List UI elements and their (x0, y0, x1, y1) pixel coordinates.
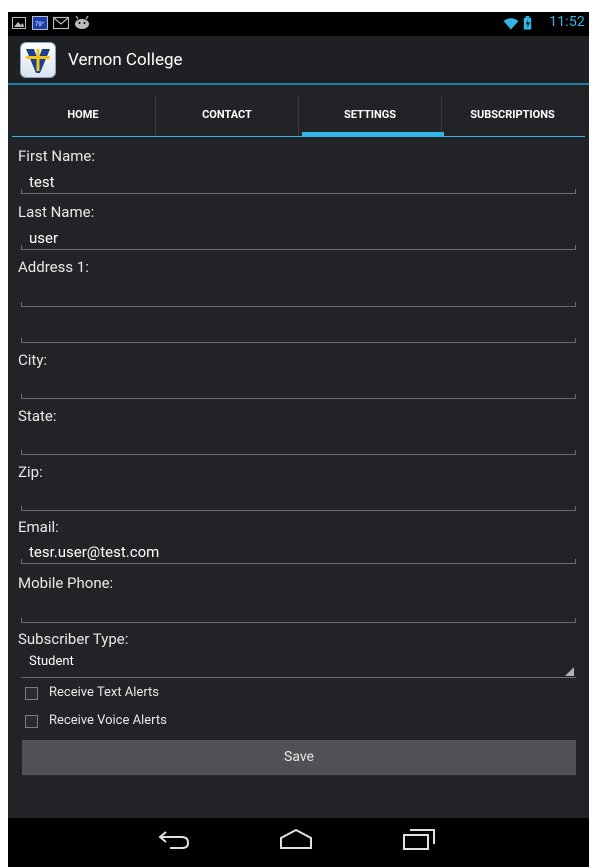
gallery-icon (12, 17, 26, 29)
tab-home-label: HOME (67, 108, 99, 121)
email-label: Email: (18, 518, 59, 536)
recent-apps-icon[interactable] (401, 827, 437, 851)
svg-text:79°: 79° (35, 22, 45, 28)
address1-field[interactable] (21, 285, 576, 307)
status-time: 11:52 (549, 14, 585, 30)
action-bar-divider (8, 83, 589, 85)
address1-label: Address 1: (18, 258, 89, 276)
address2-field[interactable] (21, 321, 576, 343)
first-name-field[interactable]: test (21, 172, 576, 194)
gmail-icon (53, 16, 69, 30)
battery-icon (523, 16, 532, 30)
first-name-label: First Name: (18, 147, 95, 165)
city-label: City: (18, 351, 48, 369)
voice-alerts-checkbox[interactable] (25, 715, 38, 728)
back-icon[interactable] (156, 827, 192, 851)
email-field[interactable]: tesr.user@test.com (21, 542, 576, 564)
city-field[interactable] (21, 377, 576, 399)
email-value: tesr.user@test.com (29, 543, 160, 561)
tab-settings-label: SETTINGS (343, 108, 397, 121)
text-alerts-checkbox[interactable] (25, 687, 38, 700)
voice-alerts-label: Receive Voice Alerts (49, 713, 167, 728)
android-debug-icon (75, 16, 89, 29)
wifi-icon (503, 18, 519, 30)
mobile-phone-label: Mobile Phone: (18, 574, 114, 592)
subscriber-type-label: Subscriber Type: (18, 630, 129, 648)
status-bar: 79° 11:52 (8, 12, 589, 36)
device-screen: 79° 11:52 Vernon College HOME CONTACT SE… (8, 12, 589, 867)
first-name-value: test (29, 173, 55, 191)
home-icon[interactable] (278, 827, 314, 851)
tab-subscriptions[interactable]: SUBSCRIPTIONS (442, 96, 583, 136)
dropdown-triangle-icon (565, 667, 574, 676)
subscriber-type-dropdown[interactable]: Student (21, 650, 576, 678)
save-button[interactable]: Save (22, 740, 576, 776)
tab-bar: HOME CONTACT SETTINGS SUBSCRIPTIONS (12, 96, 583, 136)
last-name-field[interactable]: user (21, 228, 576, 250)
zip-field[interactable] (21, 489, 576, 511)
state-field[interactable] (21, 433, 576, 455)
state-label: State: (18, 407, 57, 425)
app-title: Vernon College (68, 50, 183, 70)
last-name-label: Last Name: (18, 203, 95, 221)
tab-bar-underline (12, 136, 585, 137)
app-logo (20, 42, 56, 78)
mobile-phone-field[interactable] (21, 601, 576, 623)
tab-contact[interactable]: CONTACT (156, 96, 298, 136)
navigation-bar (8, 818, 589, 867)
weather-icon: 79° (32, 16, 48, 30)
vernon-college-logo-icon (26, 49, 50, 73)
tab-subscriptions-label: SUBSCRIPTIONS (470, 108, 555, 121)
tab-home[interactable]: HOME (12, 96, 154, 136)
zip-label: Zip: (18, 463, 43, 481)
subscriber-type-value: Student (29, 654, 74, 669)
last-name-value: user (29, 229, 59, 247)
tab-contact-label: CONTACT (202, 108, 252, 121)
tab-settings[interactable]: SETTINGS (299, 96, 441, 136)
action-bar: Vernon College (8, 36, 589, 84)
text-alerts-label: Receive Text Alerts (49, 685, 160, 700)
